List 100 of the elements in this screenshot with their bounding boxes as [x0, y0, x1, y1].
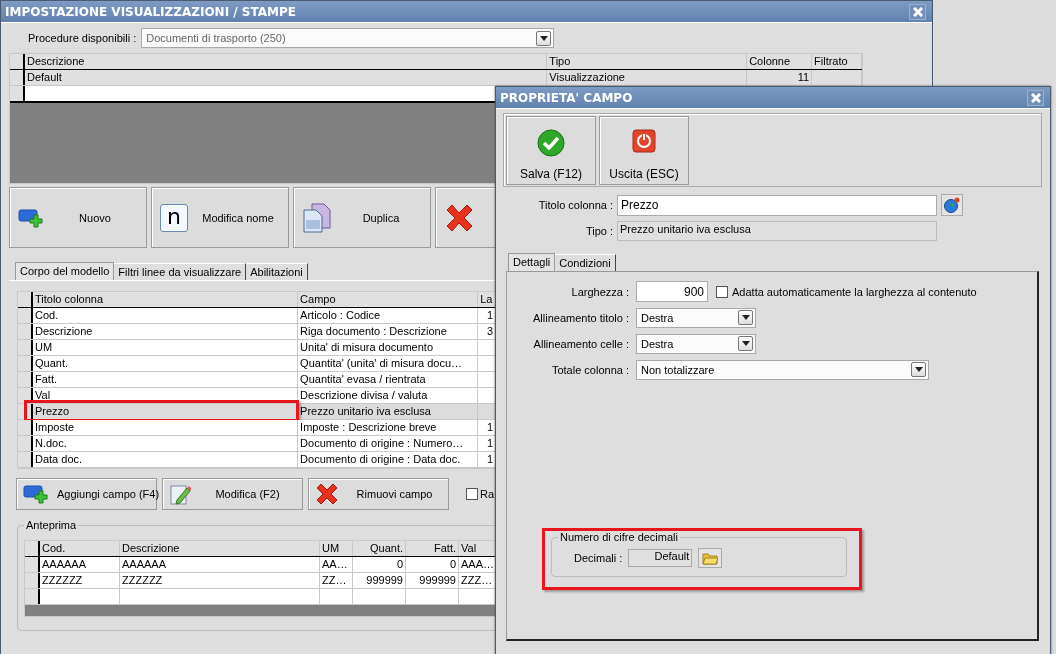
table-cell: AAAAAA: [120, 557, 320, 572]
table-cell: Documento di origine : Data doc.: [298, 452, 479, 467]
table-cell: 999999: [406, 573, 459, 588]
input-field[interactable]: Prezzo: [617, 194, 937, 216]
tab[interactable]: Corpo del modello: [15, 262, 115, 280]
table-cell: Quantita' (unita' di misura docu…: [298, 356, 479, 371]
monitor-plus-icon: [18, 207, 44, 228]
dropdown[interactable]: Destra: [636, 333, 756, 354]
table-cell: ZZZZZZ: [120, 573, 320, 588]
tab[interactable]: Abilitazioni: [246, 263, 308, 280]
table-cell: AA…: [320, 557, 353, 572]
table-cell: Riga documento : Descrizione: [298, 324, 479, 339]
rename-button[interactable]: n Modifica nome: [151, 187, 289, 248]
cross-icon: [315, 483, 339, 505]
row-header[interactable]: [18, 436, 33, 451]
tab[interactable]: Dettagli: [508, 253, 556, 271]
folder-icon: [702, 551, 719, 565]
field-label: Larghezza :: [570, 285, 629, 298]
checkbox[interactable]: [466, 488, 478, 500]
table-cell: ZZZZZZ: [40, 573, 120, 588]
close-icon: [1030, 92, 1041, 103]
cross-icon: [444, 202, 474, 233]
table-cell: 0: [353, 557, 406, 572]
table-cell: 11: [747, 70, 813, 85]
checkbox-label: Adatta automaticamente la larghezza al contenuto: [732, 285, 977, 298]
table-cell: Unita' di misura documento: [298, 340, 479, 355]
field-label: Totale colonna :: [550, 363, 629, 376]
table-cell: Documento di origine : Numero…: [298, 436, 479, 451]
field-label: Titolo colonna :: [537, 199, 613, 211]
row-header[interactable]: [18, 452, 33, 467]
column-header: Colonne: [747, 54, 813, 69]
procedure-dropdown[interactable]: Documenti di trasporto (250): [141, 28, 555, 48]
column-header: Filtrato: [812, 54, 862, 69]
column-header: Campo: [298, 292, 479, 307]
dropdown[interactable]: Destra: [636, 307, 756, 328]
globe-icon: [944, 197, 960, 213]
table-cell: Descrizione: [33, 324, 299, 339]
table-cell: ZZ…: [320, 573, 353, 588]
input-field[interactable]: 900: [636, 281, 708, 302]
remove-button[interactable]: Rimuovi campo: [308, 478, 449, 510]
edit-button[interactable]: Modifica (F2): [162, 478, 303, 510]
dropdown[interactable]: Non totalizzare: [636, 359, 929, 380]
field-label: Procedure disponibili :: [28, 32, 137, 44]
field-label: Tipo :: [584, 225, 613, 237]
table-cell: Fatt.: [33, 372, 299, 387]
add-button[interactable]: Aggiungi campo (F4): [16, 478, 157, 510]
row-header[interactable]: [18, 324, 33, 339]
table-cell: Cod.: [33, 308, 299, 323]
table-cell: Descrizione divisa / valuta: [298, 388, 479, 403]
globe-button[interactable]: [941, 194, 963, 216]
close-button[interactable]: [1027, 89, 1044, 106]
letter-icon: n: [160, 203, 188, 232]
table-cell: AAA…: [459, 557, 496, 572]
table-cell: Quantita' evasa / rientrata: [298, 372, 479, 387]
readonly-field: Prezzo unitario iva esclusa: [617, 221, 937, 241]
row-header[interactable]: [18, 372, 33, 387]
row-header[interactable]: [18, 340, 33, 355]
column-header: Descrizione: [120, 541, 320, 556]
column-header: Descrizione: [25, 54, 548, 69]
checkbox-label: Ra: [480, 488, 495, 500]
table-cell: 999999: [353, 573, 406, 588]
save-button[interactable]: Salva (F12): [506, 116, 596, 185]
close-icon: [912, 6, 923, 17]
table-cell: Imposte : Descrizione breve: [298, 420, 479, 435]
table-cell: N.doc.: [33, 436, 299, 451]
tab[interactable]: Filtri linee da visualizzare: [114, 263, 247, 280]
add-button[interactable]: Nuovo: [9, 187, 147, 248]
checkbox[interactable]: [716, 285, 728, 298]
window-title: IMPOSTAZIONE VISUALIZZAZIONI / STAMPE: [5, 4, 296, 19]
exit-button[interactable]: Uscita (ESC): [599, 116, 689, 185]
close-button[interactable]: [909, 3, 926, 20]
table-cell: AAAAAA: [40, 557, 120, 572]
row-header[interactable]: [18, 356, 33, 371]
column-header: Cod.: [40, 541, 120, 556]
table-cell: UM: [33, 340, 299, 355]
row-header[interactable]: [10, 86, 25, 101]
field-label: Allineamento titolo :: [532, 311, 629, 324]
field-label: Decimali :: [574, 552, 623, 564]
table-cell: Articolo : Codice: [298, 308, 479, 323]
duplicate-button[interactable]: Duplica: [293, 187, 431, 248]
table-cell: Data doc.: [33, 452, 299, 467]
table-cell: Val: [33, 388, 299, 403]
readonly-field: Default: [628, 549, 693, 567]
column-header: Titolo colonna: [33, 292, 299, 307]
table-cell: Quant.: [33, 356, 299, 371]
table-cell: ZZZ…: [459, 573, 496, 588]
column-header: Quant.: [353, 541, 406, 556]
table-cell: Prezzo unitario iva esclusa: [298, 404, 479, 419]
table-cell: Visualizzazione: [547, 70, 748, 85]
column-header: UM: [320, 541, 353, 556]
pencil-document-icon: [169, 482, 191, 506]
window-title: PROPRIETA' CAMPO: [500, 90, 633, 105]
monitor-plus-icon: [23, 484, 49, 504]
power-icon: [632, 129, 656, 153]
row-header[interactable]: [18, 420, 33, 435]
row-header[interactable]: [18, 308, 33, 323]
tab[interactable]: Condizioni: [555, 254, 616, 271]
table-cell: 0: [406, 557, 459, 572]
field-label: Allineamento celle :: [532, 337, 629, 350]
column-header: Fatt.: [406, 541, 459, 556]
